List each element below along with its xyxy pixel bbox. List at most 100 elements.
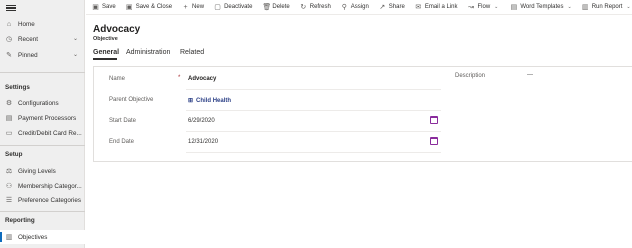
run-report-button[interactable]: ▥ Run Report ⌄: [582, 0, 631, 15]
chevron-down-icon: ⌄: [72, 36, 78, 42]
report-icon: ▥: [581, 4, 589, 11]
sidebar-divider: [0, 211, 85, 212]
sidebar-section-title: Reporting: [5, 217, 35, 224]
delete-label: Delete: [272, 4, 290, 10]
end-date-field[interactable]: End Date 12/31/2020: [102, 132, 441, 153]
sidebar-item-label: Payment Processors: [18, 114, 77, 122]
chevron-down-icon: ⌄: [626, 4, 631, 10]
sidebar-item-recent[interactable]: ◷ Recent ⌄: [0, 32, 85, 46]
save-close-button[interactable]: ▣ Save & Close: [126, 0, 172, 15]
sidebar-item-label: Giving Levels: [18, 167, 56, 175]
parent-objective-label: Parent Objective: [109, 97, 154, 103]
refresh-button[interactable]: ↻ Refresh: [300, 0, 331, 15]
flow-button[interactable]: ↝ Flow ⌄: [468, 0, 499, 15]
deactivate-button[interactable]: ▢ Deactivate: [214, 0, 252, 15]
refresh-icon: ↻: [300, 4, 307, 11]
sidebar-section-title: Setup: [5, 151, 23, 158]
name-field[interactable]: Name * Advocacy: [102, 69, 441, 90]
mail-icon: ✉: [415, 4, 422, 11]
sidebar-item-objectives[interactable]: ▥ Objectives: [0, 230, 85, 244]
refresh-label: Refresh: [309, 4, 331, 10]
start-date-value[interactable]: 6/29/2020: [188, 118, 215, 124]
word-icon: ▤: [510, 4, 518, 11]
lookup-icon: ⊞: [188, 98, 194, 104]
new-label: New: [192, 4, 205, 10]
run-report-label: Run Report: [591, 4, 623, 10]
parent-objective-value: Child Health: [196, 97, 232, 104]
sidebar-section-title: Settings: [5, 84, 30, 91]
calendar-icon[interactable]: [430, 137, 438, 145]
sidebar-item-credit-debit-card[interactable]: ▭ Credit/Debit Card Re...: [0, 126, 85, 140]
word-templates-button[interactable]: ▤ Word Templates ⌄: [510, 0, 572, 15]
tab-general[interactable]: General: [93, 49, 119, 56]
share-label: Share: [388, 4, 405, 10]
people-icon: ⚇: [5, 183, 13, 190]
save-close-icon: ▣: [125, 4, 133, 11]
sidebar-divider: [0, 72, 85, 73]
pin-icon: ✎: [6, 52, 12, 59]
parent-objective-field[interactable]: Parent Objective ⊞ Child Health: [102, 90, 441, 111]
sidebar-divider: [0, 145, 85, 146]
delete-button[interactable]: 🗑 Delete: [262, 0, 289, 15]
share-button[interactable]: ↗ Share: [379, 0, 405, 15]
email-link-button[interactable]: ✉ Email a Link: [415, 0, 458, 15]
flow-label: Flow: [477, 4, 491, 10]
levels-icon: ⚖: [5, 168, 13, 175]
sidebar-item-label: Credit/Debit Card Re...: [18, 129, 82, 137]
sidebar-item-membership-categories[interactable]: ⚇ Membership Categor...: [0, 179, 85, 193]
sidebar-item-label: Preference Categories: [18, 196, 82, 204]
assign-button[interactable]: ⚲ Assign: [341, 0, 369, 15]
sidebar-item-label: Home: [18, 20, 35, 28]
save-icon: ▣: [92, 4, 99, 11]
required-indicator: *: [178, 75, 181, 81]
sidebar-item-pinned[interactable]: ✎ Pinned ⌄: [0, 48, 85, 62]
name-value[interactable]: Advocacy: [188, 76, 216, 82]
start-date-field[interactable]: Start Date 6/29/2020: [102, 111, 441, 132]
tab-administration[interactable]: Administration: [126, 49, 170, 56]
sidebar-item-preference-categories[interactable]: ☰ Preference Categories: [0, 193, 85, 207]
name-label: Name: [109, 76, 126, 82]
end-date-value[interactable]: 12/31/2020: [188, 139, 218, 145]
plus-icon: +: [183, 3, 188, 11]
sidebar-item-label: Membership Categor...: [18, 182, 82, 190]
calendar-icon[interactable]: [430, 116, 438, 124]
save-label: Save: [102, 4, 116, 10]
deactivate-label: Deactivate: [224, 4, 253, 10]
save-button[interactable]: ▣ Save: [92, 0, 116, 15]
sidebar-item-configurations[interactable]: ⚙ Configurations: [0, 96, 85, 110]
trash-icon: 🗑: [262, 4, 272, 11]
sidebar-item-giving-levels[interactable]: ⚖ Giving Levels: [0, 164, 85, 178]
parent-objective-link[interactable]: ⊞ Child Health: [188, 97, 232, 105]
description-value[interactable]: ---: [527, 72, 533, 78]
hamburger-menu-icon[interactable]: [6, 3, 16, 13]
home-icon: ⌂: [6, 20, 12, 28]
assign-label: Assign: [350, 4, 369, 10]
record-entity: Objective: [93, 36, 118, 42]
deactivate-icon: ▢: [214, 4, 221, 11]
chevron-down-icon: ⌄: [494, 4, 499, 10]
chevron-down-icon: ⌄: [567, 4, 572, 10]
tab-related[interactable]: Related: [180, 49, 204, 56]
chevron-down-icon: ⌄: [72, 52, 78, 58]
document-icon: ▤: [5, 115, 13, 122]
record-title: Advocacy: [93, 24, 141, 35]
sidebar-item-home[interactable]: ⌂ Home: [0, 17, 85, 31]
list-icon: ☰: [5, 197, 13, 204]
description-label: Description: [455, 73, 486, 79]
person-icon: ⚲: [341, 4, 347, 11]
sidebar-item-label: Recent: [18, 35, 38, 43]
flow-icon: ↝: [468, 4, 474, 11]
command-bar: ▣ Save ▣ Save & Close + New ▢ Deactivate 🗑 De…: [86, 0, 632, 15]
clock-icon: ◷: [5, 36, 13, 43]
share-icon: ↗: [379, 4, 386, 11]
chart-icon: ▥: [5, 234, 13, 241]
new-button[interactable]: + New: [182, 0, 205, 15]
card-icon: ▭: [5, 130, 13, 137]
sidebar-item-payment-processors[interactable]: ▤ Payment Processors: [0, 111, 85, 125]
end-date-label: End Date: [109, 139, 135, 145]
sidebar-item-label: Pinned: [18, 51, 38, 59]
email-link-label: Email a Link: [424, 4, 458, 10]
start-date-label: Start Date: [109, 118, 137, 124]
sidebar-item-label: Configurations: [18, 99, 59, 107]
sidebar-item-label: Objectives: [18, 233, 48, 241]
